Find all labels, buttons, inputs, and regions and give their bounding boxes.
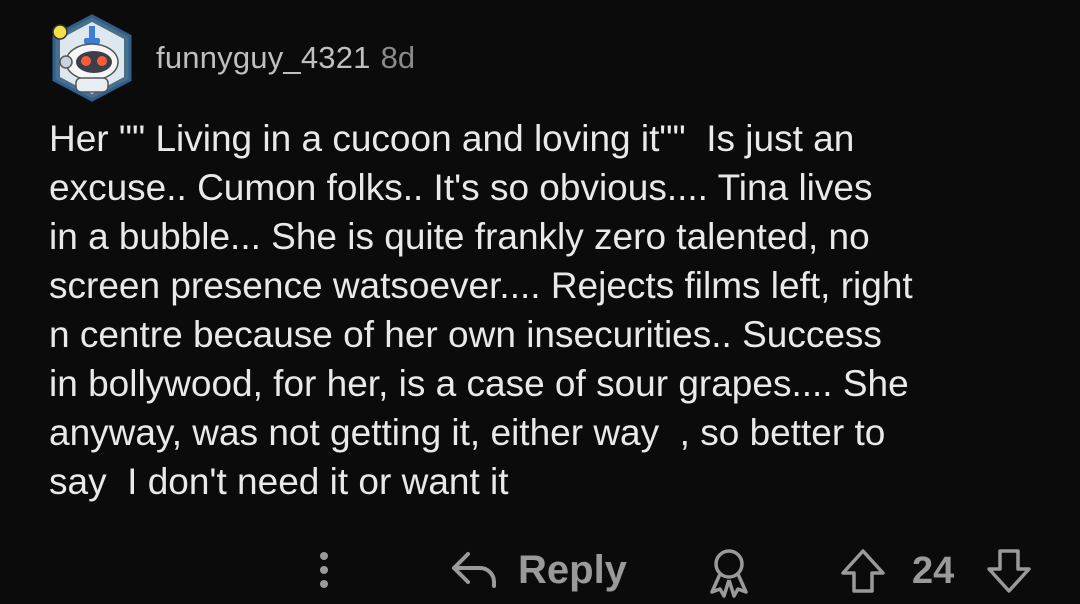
comment-body: Her "" Living in a cucoon and loving it"… xyxy=(49,118,913,502)
snoo-avatar-icon xyxy=(52,14,132,102)
reply-arrow-icon xyxy=(452,552,496,588)
award-icon xyxy=(710,549,748,598)
upvote-button[interactable] xyxy=(838,546,888,596)
upvote-arrow-icon xyxy=(841,549,885,593)
downvote-button[interactable] xyxy=(984,546,1034,596)
comment: funnyguy_4321 8d Her "" Living in a cuco… xyxy=(0,0,1080,604)
comment-action-bar: Reply 24 xyxy=(0,540,1080,604)
comment-timestamp: 8d xyxy=(380,40,416,75)
more-options-button[interactable] xyxy=(312,548,336,592)
award-button[interactable] xyxy=(704,546,754,598)
comment-header: funnyguy_4321 8d xyxy=(46,8,415,108)
reply-label: Reply xyxy=(518,547,627,592)
avatar[interactable] xyxy=(46,12,138,104)
reply-button[interactable]: Reply xyxy=(448,546,627,594)
vertical-dots-icon xyxy=(320,552,328,588)
downvote-arrow-icon xyxy=(987,549,1031,593)
vote-score: 24 xyxy=(912,550,955,592)
author-username[interactable]: funnyguy_4321 xyxy=(156,40,371,76)
